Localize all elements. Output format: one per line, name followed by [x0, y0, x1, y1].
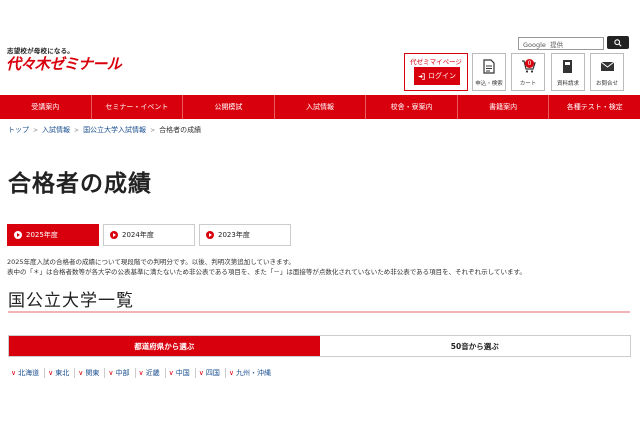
region-tohoku[interactable]: ∨ 東北 — [45, 368, 76, 378]
apply-search-label: 申込・検索 — [475, 81, 503, 87]
breadcrumb: トップ > 入試情報 > 国公立大学入試情報 > 合格者の成績 — [8, 125, 201, 135]
request-materials-button[interactable]: 資料請求 — [551, 53, 585, 91]
tab-label: 2023年度 — [218, 231, 250, 239]
breadcrumb-current: 合格者の成績 — [159, 126, 202, 134]
tab-2025[interactable]: 2025年度 — [7, 224, 99, 246]
region-kanto[interactable]: ∨ 関東 — [75, 368, 106, 378]
tab-2024[interactable]: 2024年度 — [103, 224, 195, 246]
note-line: 表中の「＊」は合格者数等が各大学の公表基準に満たないため非公表である項目を、また… — [7, 268, 526, 276]
tab-label: 2025年度 — [26, 231, 58, 239]
region-shikoku[interactable]: ∨ 四国 — [196, 368, 226, 378]
nav-books[interactable]: 書籍案内 — [458, 95, 550, 119]
region-kyushu-okinawa[interactable]: ∨ 九州・沖縄 — [226, 368, 276, 378]
apply-search-button[interactable]: 申込・検索 — [472, 53, 506, 91]
breadcrumb-separator-icon: > — [33, 126, 39, 134]
nav-seminar-event[interactable]: セミナー・イベント — [92, 95, 184, 119]
login-label: ログイン — [428, 72, 456, 80]
nav-tests[interactable]: 各種テスト・検定 — [549, 95, 640, 119]
tab-label: 2024年度 — [122, 231, 154, 239]
mypage-title: 代ゼミマイページ — [410, 58, 462, 66]
breadcrumb-top[interactable]: トップ — [8, 125, 29, 135]
chevron-down-icon: ∨ — [48, 369, 54, 377]
breadcrumb-exam-info[interactable]: 入試情報 — [42, 125, 70, 135]
selection-tabs: 都道府県から選ぶ 50音から選ぶ — [8, 335, 631, 357]
breadcrumb-national-univ[interactable]: 国公立大学入試情報 — [83, 125, 146, 135]
nav-exam-info[interactable]: 入試情報 — [275, 95, 367, 119]
cart-count-badge: 0 — [525, 59, 534, 68]
cart-button[interactable]: 0 カート — [511, 53, 545, 91]
chevron-down-icon: ∨ — [78, 369, 84, 377]
google-search-label: Google 提供 — [523, 40, 564, 49]
note-line: 2025年度入試の合格者の成績について現段階での判明分です。以後、判明次第追加し… — [7, 258, 295, 266]
chevron-down-icon: ∨ — [168, 369, 174, 377]
request-materials-label: 資料請求 — [556, 81, 579, 87]
tab-by-syllabary[interactable]: 50音から選ぶ — [319, 336, 630, 356]
chevron-down-icon: ∨ — [228, 369, 234, 377]
section-divider — [8, 311, 630, 313]
arrow-circle-icon — [14, 231, 22, 239]
document-icon — [481, 58, 497, 74]
arrow-circle-icon — [110, 231, 118, 239]
contact-button[interactable]: お問合せ — [590, 53, 624, 91]
chevron-down-icon: ∨ — [198, 369, 204, 377]
search-input[interactable]: Google 提供 — [518, 37, 604, 50]
site-logo[interactable]: 代々木ゼミナール — [6, 53, 122, 74]
search-button[interactable] — [607, 36, 629, 49]
region-chugoku[interactable]: ∨ 中国 — [166, 368, 196, 378]
cart-label: カート — [519, 81, 537, 87]
mail-icon — [599, 58, 615, 74]
breadcrumb-separator-icon: > — [74, 126, 80, 134]
page-title: 合格者の成績 — [8, 171, 152, 197]
contact-label: お問合せ — [595, 81, 618, 87]
breadcrumb-separator-icon: > — [150, 126, 156, 134]
login-icon — [418, 72, 425, 80]
chevron-down-icon: ∨ — [138, 369, 144, 377]
arrow-circle-icon — [206, 231, 214, 239]
search-icon — [614, 38, 622, 47]
login-button[interactable]: ログイン — [414, 67, 460, 85]
nav-enrollment[interactable]: 受講案内 — [0, 95, 92, 119]
tab-2023[interactable]: 2023年度 — [199, 224, 291, 246]
year-tabs: 2025年度 2024年度 2023年度 — [7, 224, 291, 246]
results-notes: 2025年度入試の合格者の成績について現段階での判明分です。以後、判明次第追加し… — [7, 257, 526, 277]
nav-school-dorm[interactable]: 校舎・寮案内 — [366, 95, 458, 119]
tab-by-prefecture[interactable]: 都道府県から選ぶ — [9, 336, 320, 356]
chevron-down-icon: ∨ — [108, 369, 114, 377]
nav-mock-exam[interactable]: 公開模試 — [183, 95, 275, 119]
region-hokkaido[interactable]: ∨ 北海道 — [8, 368, 46, 378]
region-kinki[interactable]: ∨ 近畿 — [136, 368, 166, 378]
book-icon — [560, 58, 576, 74]
section-title: 国公立大学一覧 — [8, 291, 134, 311]
chevron-down-icon: ∨ — [11, 369, 17, 377]
mypage-box: 代ゼミマイページ ログイン — [404, 53, 468, 91]
main-nav: 受講案内 セミナー・イベント 公開模試 入試情報 校舎・寮案内 書籍案内 各種テ… — [0, 95, 640, 119]
region-list: ∨ 北海道 ∨ 東北 ∨ 関東 ∨ 中部 ∨ 近畿 ∨ 中国 ∨ 四国 ∨ 九州・沖縄 — [8, 368, 276, 378]
region-chubu[interactable]: ∨ 中部 — [105, 368, 136, 378]
